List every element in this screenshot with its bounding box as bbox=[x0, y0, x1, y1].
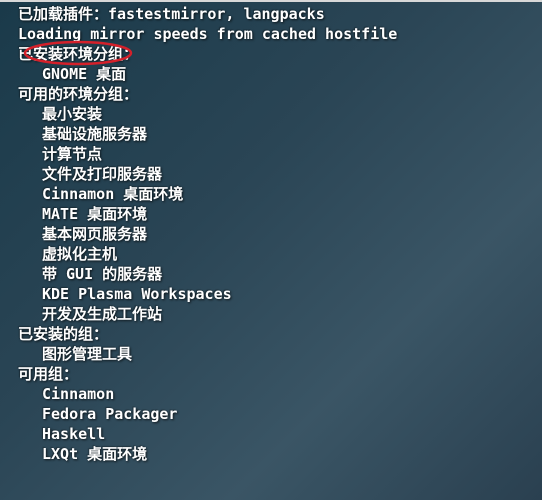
output-line: Loading mirror speeds from cached hostfi… bbox=[18, 24, 542, 44]
terminal-output: 已加载插件：fastestmirror, langpacks Loading m… bbox=[0, 0, 542, 464]
output-line: 开发及生成工作站 bbox=[18, 304, 542, 324]
output-line: 已安装的组： bbox=[18, 324, 542, 344]
window-top-border bbox=[0, 0, 542, 2]
output-line: 基础设施服务器 bbox=[18, 124, 542, 144]
output-line: KDE Plasma Workspaces bbox=[18, 284, 542, 304]
output-line: 计算节点 bbox=[18, 144, 542, 164]
output-line: MATE 桌面环境 bbox=[18, 204, 542, 224]
output-line: Cinnamon 桌面环境 bbox=[18, 184, 542, 204]
output-line: 虚拟化主机 bbox=[18, 244, 542, 264]
output-line: 带 GUI 的服务器 bbox=[18, 264, 542, 284]
output-line: 图形管理工具 bbox=[18, 344, 542, 364]
output-line: 最小安装 bbox=[18, 104, 542, 124]
output-line: 可用组： bbox=[18, 364, 542, 384]
output-line: 已安装环境分组： bbox=[18, 44, 542, 64]
output-line: 已加载插件：fastestmirror, langpacks bbox=[18, 4, 542, 24]
output-line: Haskell bbox=[18, 424, 542, 444]
output-line: 可用的环境分组： bbox=[18, 84, 542, 104]
output-line: 文件及打印服务器 bbox=[18, 164, 542, 184]
output-line: 基本网页服务器 bbox=[18, 224, 542, 244]
output-line: Cinnamon bbox=[18, 384, 542, 404]
output-line-highlighted: GNOME 桌面 bbox=[18, 64, 542, 84]
output-line: LXQt 桌面环境 bbox=[18, 444, 542, 464]
output-line: Fedora Packager bbox=[18, 404, 542, 424]
